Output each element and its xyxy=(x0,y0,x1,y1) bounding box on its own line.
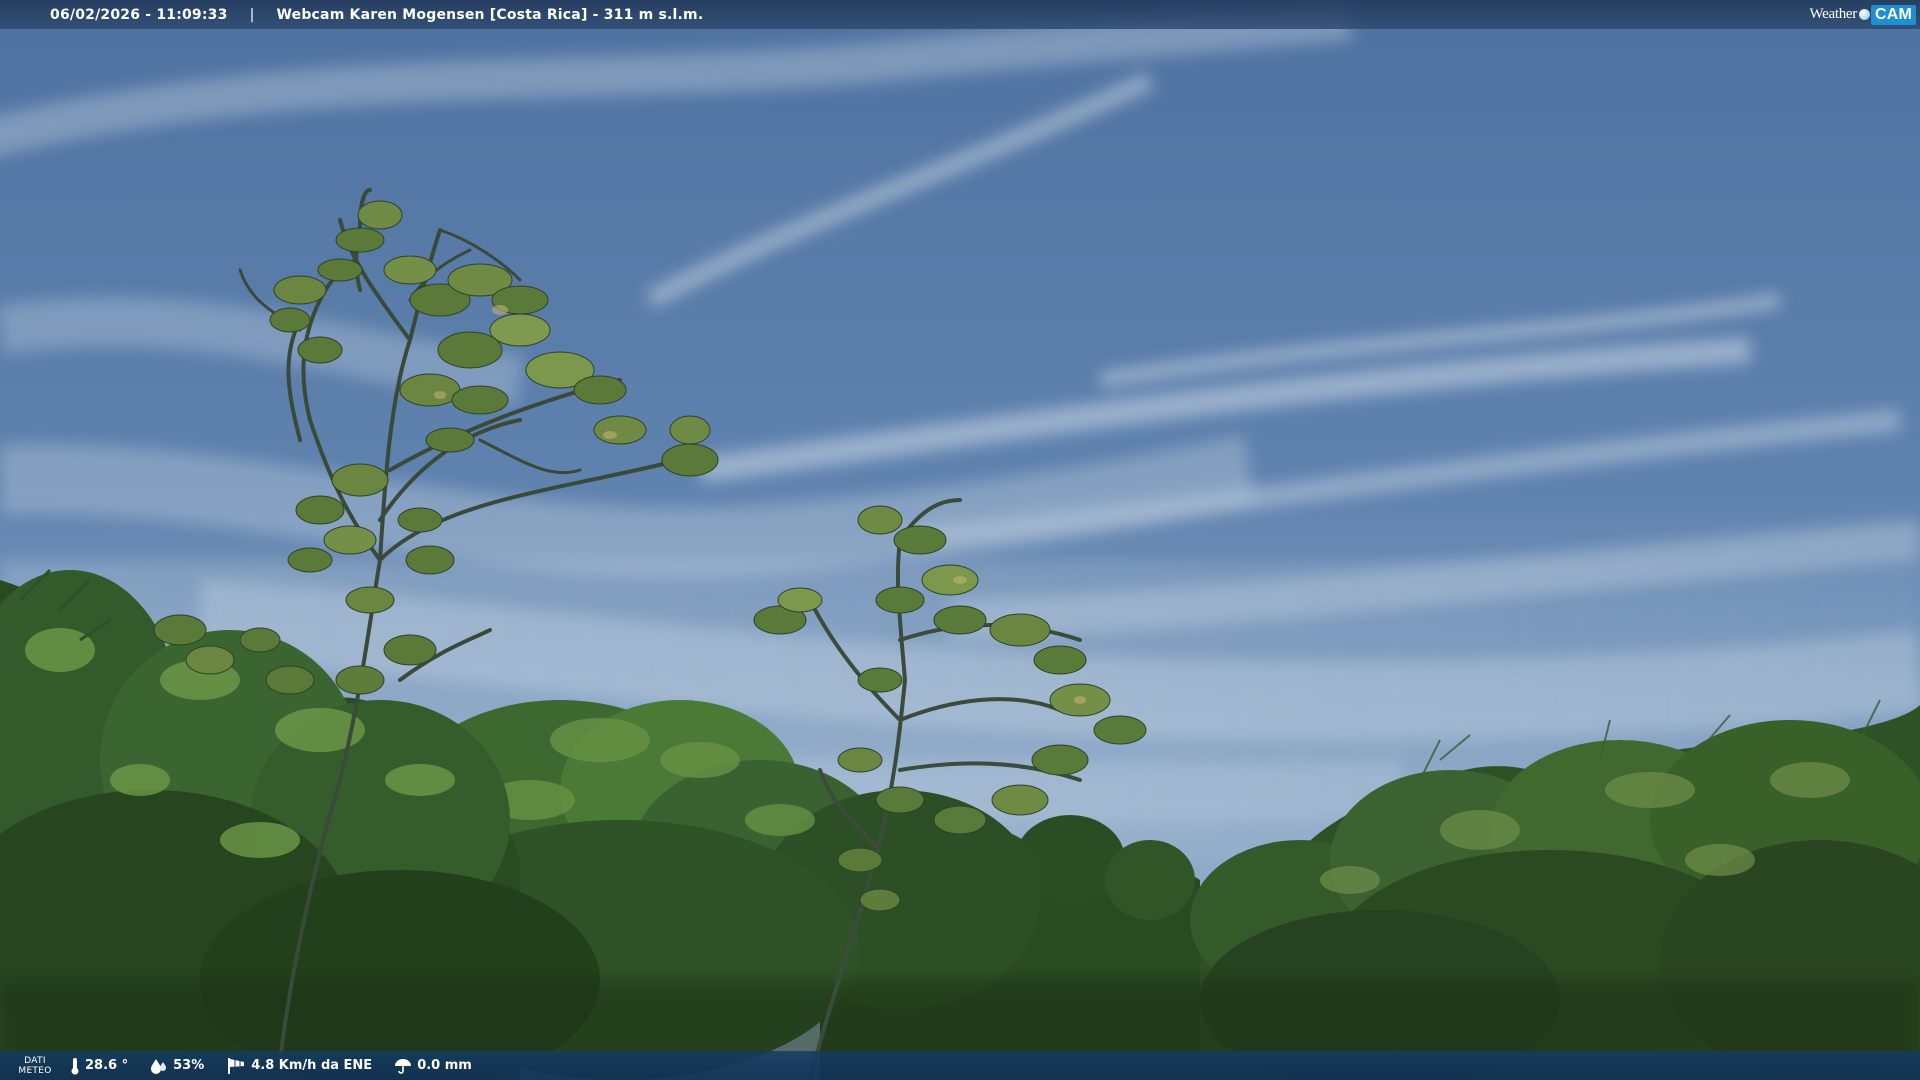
thermometer-icon xyxy=(71,1057,79,1074)
rain-reading: 0.0 mm xyxy=(394,1058,472,1074)
brand-word: Weather xyxy=(1809,6,1857,22)
temperature-value: 28.6 ° xyxy=(85,1058,129,1073)
top-info-bar: 06/02/2026 - 11:09:33 | Webcam Karen Mog… xyxy=(0,0,1920,29)
weather-data-label: DATI METEO xyxy=(18,1055,52,1076)
webcam-title: Webcam Karen Mogensen [Costa Rica] - 311… xyxy=(276,6,704,23)
humidity-reading: 53% xyxy=(150,1058,204,1074)
weather-data-bar: DATI METEO 28.6 ° 53% 4.8 Km/h da ENE 0.… xyxy=(0,1051,1920,1080)
rain-value: 0.0 mm xyxy=(417,1058,472,1073)
capture-datetime: 06/02/2026 - 11:09:33 xyxy=(50,6,228,23)
webcam-frame: 06/02/2026 - 11:09:33 | Webcam Karen Mog… xyxy=(0,0,1920,1080)
webcam-image xyxy=(0,0,1920,1080)
umbrella-icon xyxy=(395,1058,412,1074)
temperature-reading: 28.6 ° xyxy=(70,1057,128,1075)
drops-icon xyxy=(151,1058,167,1074)
weathercam-logo[interactable]: Weather CAM xyxy=(1809,3,1916,26)
wind-value: 4.8 Km/h da ENE xyxy=(251,1058,373,1073)
humidity-value: 53% xyxy=(173,1058,205,1073)
wind-reading: 4.8 Km/h da ENE xyxy=(226,1057,372,1075)
title-separator: | xyxy=(249,6,255,23)
globe-icon xyxy=(1858,9,1870,20)
windsock-icon xyxy=(228,1057,245,1074)
brand-cam: CAM xyxy=(1870,4,1916,25)
